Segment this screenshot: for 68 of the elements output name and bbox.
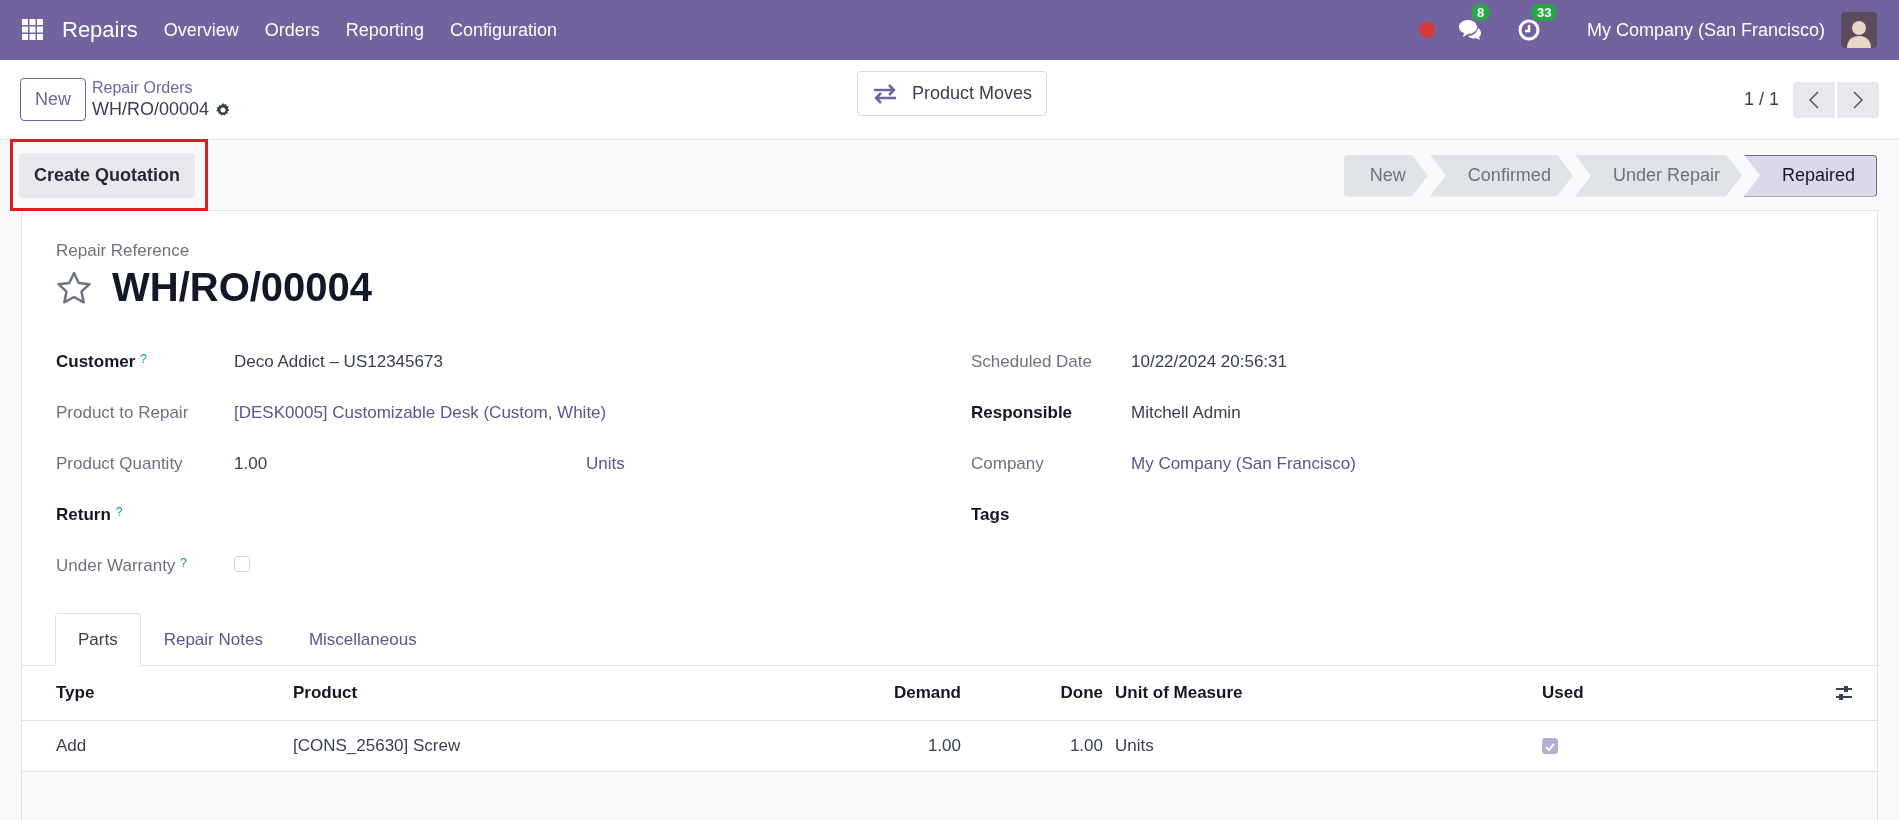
field-value[interactable]: Mitchell Admin (1131, 403, 1843, 423)
field-label: Customer (56, 352, 136, 371)
company-switcher[interactable]: My Company (San Francisco) (1586, 19, 1825, 41)
table-cell: 1.00 (1069, 736, 1103, 756)
chevron-left-icon (1809, 90, 1819, 109)
column-header[interactable]: Done (1060, 683, 1103, 703)
warranty-checkbox[interactable] (234, 556, 250, 572)
user-avatar[interactable] (1841, 12, 1877, 48)
record-title: WH/RO/00004 (112, 265, 373, 310)
used-checkbox[interactable] (1542, 738, 1558, 754)
menu-item[interactable]: Orders (264, 19, 320, 41)
status-stage[interactable]: Under Repair (1574, 154, 1742, 197)
column-header[interactable]: Product (293, 683, 358, 703)
field-label: Product to Repair (56, 403, 189, 422)
next-button[interactable] (1837, 81, 1879, 118)
menu-item[interactable]: Overview (163, 19, 239, 41)
app-grid-icon[interactable] (22, 19, 44, 41)
quantity-value[interactable]: 1.00 (234, 454, 586, 474)
field-label: Tags (971, 505, 1010, 524)
field-label: Under Warranty (56, 556, 176, 575)
field-link[interactable]: My Company (San Francisco) (1131, 454, 1843, 474)
column-header[interactable]: Used (1542, 683, 1584, 703)
field-link[interactable]: [DESK0005] Customizable Desk (Custom, White) (234, 403, 971, 423)
table-cell: 1.00 (927, 736, 961, 756)
activity-count-badge: 33 (1530, 4, 1558, 21)
field-label: Company (971, 454, 1044, 473)
notebook-tab[interactable]: Repair Notes (140, 613, 286, 666)
previous-button[interactable] (1793, 81, 1835, 118)
breadcrumb-link[interactable]: Repair Orders (92, 79, 232, 97)
field-label: Return (56, 505, 111, 524)
column-header[interactable]: Type (56, 683, 95, 703)
help-tooltip-mark[interactable]: ? (140, 352, 148, 366)
pager-value[interactable]: 1 / 1 (1743, 89, 1779, 110)
new-button[interactable]: New (20, 78, 86, 121)
column-header[interactable]: Unit of Measure (1115, 683, 1243, 703)
field-value[interactable]: Deco Addict – US12345673 (234, 352, 971, 372)
chevron-right-icon (1853, 90, 1863, 109)
swap-arrows-icon (872, 83, 898, 104)
status-stage[interactable]: Repaired (1743, 154, 1877, 197)
product-moves-button[interactable]: Product Moves (857, 71, 1048, 116)
reference-label: Repair Reference (56, 241, 191, 261)
field-label: Responsible (971, 403, 1073, 422)
create-quotation-button[interactable]: Create Quotation (19, 153, 195, 198)
recording-dot-icon[interactable] (1418, 22, 1435, 38)
menu-item[interactable]: Configuration (449, 19, 557, 41)
chat-icon[interactable] (1456, 18, 1483, 42)
help-tooltip-mark[interactable]: ? (115, 505, 123, 519)
star-icon[interactable] (56, 270, 92, 305)
notebook-tab[interactable]: Parts (55, 613, 141, 666)
status-stage[interactable]: Confirmed (1429, 154, 1573, 197)
field-value[interactable]: 10/22/2024 20:56:31 (1131, 352, 1843, 372)
table-cell: Units (1115, 736, 1154, 756)
table-cell: [CONS_25630] Screw (293, 736, 461, 756)
field-label: Product Quantity (56, 454, 183, 473)
app-name[interactable]: Repairs (62, 17, 138, 43)
column-settings-icon[interactable] (1835, 685, 1853, 701)
settings-icon[interactable] (215, 101, 232, 118)
menu-item[interactable]: Reporting (345, 19, 424, 41)
record-name: WH/RO/00004 (92, 99, 210, 120)
help-tooltip-mark[interactable]: ? (180, 556, 188, 570)
column-header[interactable]: Demand (893, 683, 961, 703)
clock-icon[interactable] (1516, 18, 1541, 42)
table-cell: Add (56, 736, 87, 756)
message-count-badge: 8 (1470, 4, 1491, 21)
field-label: Scheduled Date (971, 352, 1092, 371)
notebook-tab[interactable]: Miscellaneous (285, 613, 440, 666)
status-stage[interactable]: New (1343, 154, 1428, 197)
unit-value[interactable]: Units (586, 454, 971, 474)
